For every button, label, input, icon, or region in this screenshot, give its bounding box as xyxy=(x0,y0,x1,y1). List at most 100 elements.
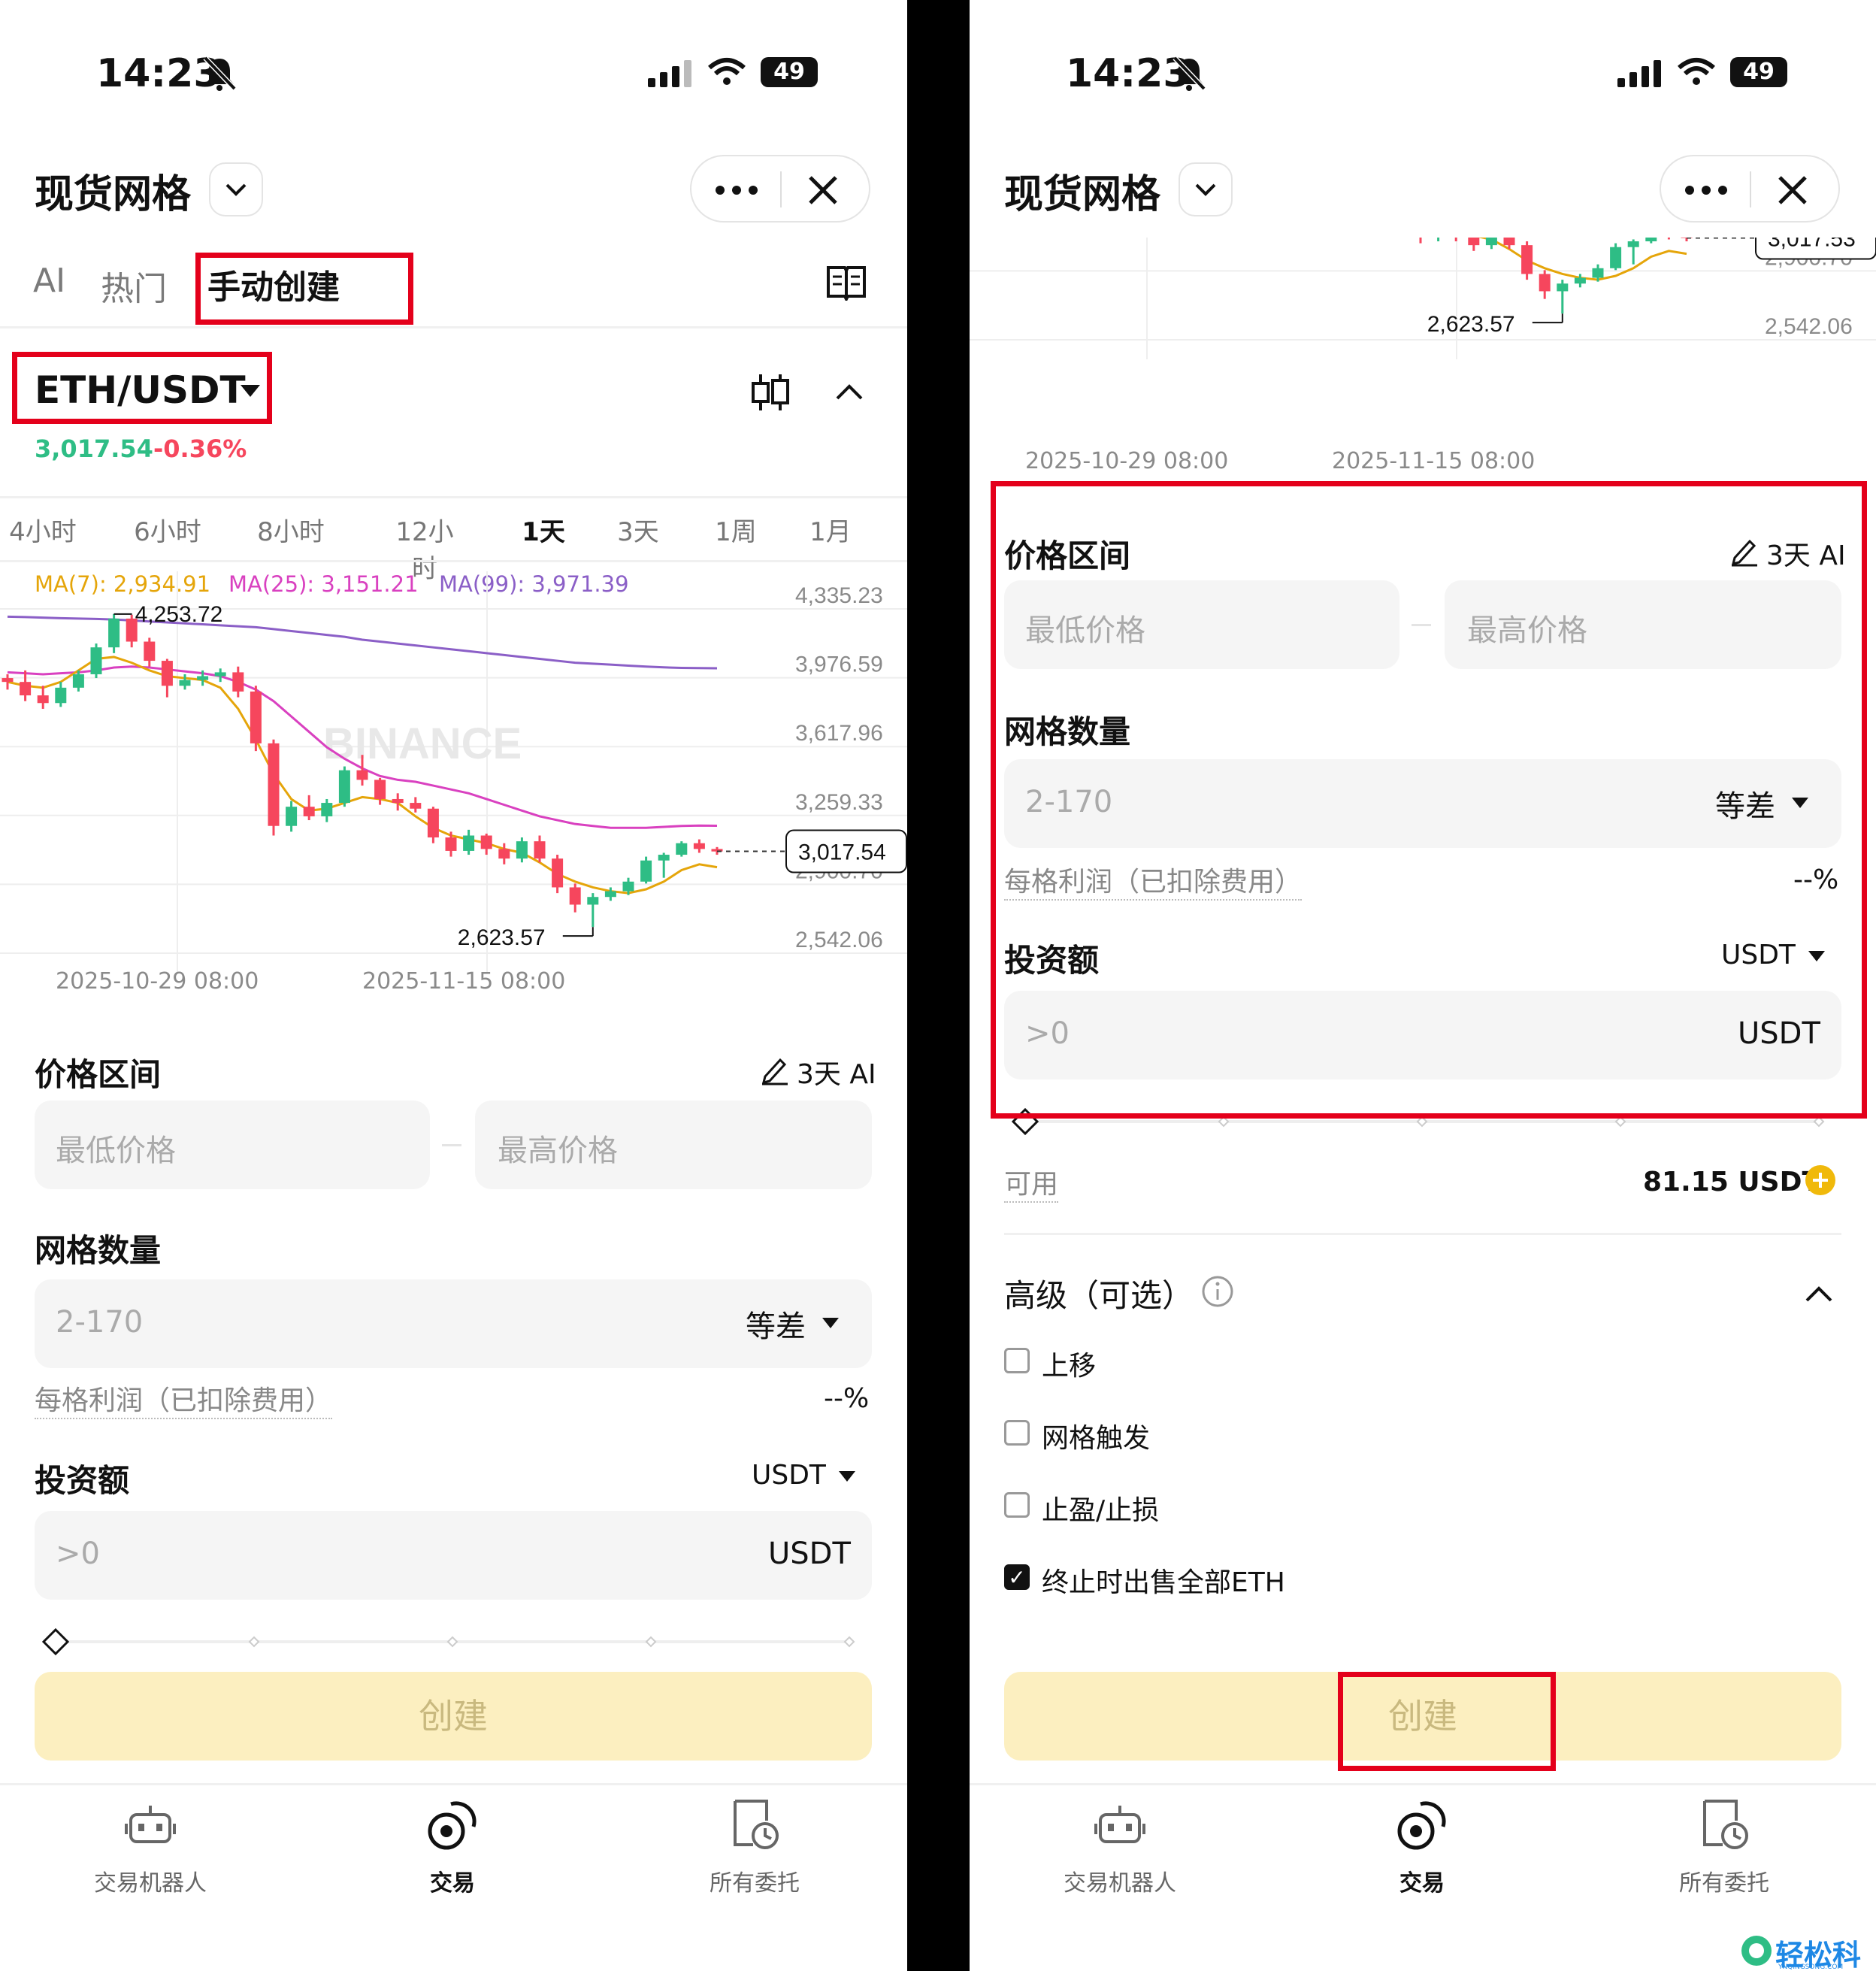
grid-trigger-label: 网格触发 xyxy=(1042,1423,1151,1454)
tf-8h[interactable]: 8小时 xyxy=(257,511,325,548)
title-dropdown-button[interactable] xyxy=(1179,162,1233,216)
candle-body xyxy=(427,808,439,838)
chevron-up-icon[interactable] xyxy=(834,380,864,403)
tab-ai[interactable]: AI xyxy=(33,262,65,300)
candle-body xyxy=(445,837,457,851)
ai-range-button[interactable]: 3天 AI xyxy=(797,1052,876,1091)
nav-all-orders[interactable]: 所有委托 xyxy=(664,1864,845,1897)
candle-body xyxy=(587,897,599,905)
advanced-label[interactable]: 高级（可选） xyxy=(1004,1270,1194,1316)
shift-up-checkbox[interactable] xyxy=(1004,1348,1030,1373)
robot-icon[interactable] xyxy=(1094,1803,1145,1849)
x-tick-1: 2025-10-29 08:00 xyxy=(1025,448,1229,474)
tf-1d[interactable]: 1天 xyxy=(510,511,577,548)
candle-body xyxy=(604,891,616,898)
bell-mute-icon xyxy=(1172,56,1206,91)
wifi-icon xyxy=(1678,58,1715,85)
candle-body xyxy=(498,849,510,859)
grid-count-input[interactable]: 2-170 等差 xyxy=(35,1279,872,1368)
pencil-icon[interactable] xyxy=(759,1054,791,1085)
create-button[interactable]: 创建 xyxy=(35,1672,872,1761)
robot-icon[interactable] xyxy=(125,1803,176,1849)
candle-body xyxy=(250,691,262,743)
tf-1w[interactable]: 1周 xyxy=(702,511,770,548)
available-value: 81.15 USDT xyxy=(1643,1167,1821,1197)
close-icon[interactable] xyxy=(806,173,840,207)
more-icon[interactable] xyxy=(714,179,759,201)
trade-icon[interactable] xyxy=(425,1798,480,1852)
nav-trade[interactable]: 交易 xyxy=(1332,1864,1512,1897)
candle-body xyxy=(268,743,280,826)
bell-mute-icon xyxy=(203,56,237,91)
x-tick-2: 2025-11-15 08:00 xyxy=(1332,448,1536,474)
candle-body xyxy=(321,803,333,816)
grid-mode-select[interactable]: 等差 xyxy=(746,1302,806,1346)
tf-6h[interactable]: 6小时 xyxy=(134,511,201,548)
chevron-down-icon xyxy=(1195,183,1216,196)
nav-trade[interactable]: 交易 xyxy=(362,1864,543,1897)
candle-body xyxy=(534,841,546,859)
high-label: 4,253.72 xyxy=(135,602,223,627)
more-icon[interactable] xyxy=(1684,179,1729,201)
title-dropdown-button[interactable] xyxy=(209,162,263,216)
page-title: 现货网格 xyxy=(1004,172,1161,217)
profit-per-grid-value: --% xyxy=(824,1383,870,1414)
candle-body xyxy=(1521,245,1533,274)
candle-body xyxy=(303,807,315,816)
candle-body xyxy=(55,687,67,704)
sell-all-eth-checkbox[interactable]: ✓ xyxy=(1004,1564,1030,1590)
grid-trigger-checkbox[interactable] xyxy=(1004,1420,1030,1446)
candle-body xyxy=(179,680,191,686)
profit-per-grid-label[interactable]: 每格利润（已扣除费用） xyxy=(35,1379,333,1419)
candle-body xyxy=(516,841,528,859)
close-icon[interactable] xyxy=(1775,173,1810,207)
tab-hot[interactable]: 热门 xyxy=(101,262,167,310)
candlestick-icon[interactable] xyxy=(750,371,791,413)
candle-body xyxy=(286,807,298,826)
last-price-label: 3,017.53 xyxy=(1768,238,1856,252)
nav-trading-bot[interactable]: 交易机器人 xyxy=(60,1864,241,1897)
amount-slider[interactable] xyxy=(35,1624,876,1661)
info-icon[interactable] xyxy=(1201,1275,1234,1308)
candle-body xyxy=(37,695,49,704)
tf-1m[interactable]: 1月 xyxy=(797,511,864,548)
trade-icon[interactable] xyxy=(1395,1798,1449,1852)
available-label[interactable]: 可用 xyxy=(1004,1162,1059,1203)
candle-body xyxy=(90,647,102,674)
candle-body xyxy=(552,858,564,888)
kline-chart[interactable]: 4,335.233,976.593,617.963,259.332,900.70… xyxy=(0,571,907,1007)
candle-body xyxy=(20,682,32,696)
orders-icon[interactable] xyxy=(1700,1798,1750,1852)
candle-body xyxy=(693,843,705,849)
candle-body xyxy=(676,843,688,855)
invest-unit-select[interactable]: USDT xyxy=(752,1460,826,1491)
min-price-input[interactable]: 最低价格 xyxy=(35,1101,430,1189)
tf-4h[interactable]: 4小时 xyxy=(9,511,77,548)
tf-3d[interactable]: 3天 xyxy=(604,511,672,548)
candle-body xyxy=(569,887,581,905)
candle-body xyxy=(197,676,209,680)
tp-sl-checkbox[interactable] xyxy=(1004,1492,1030,1518)
book-icon[interactable] xyxy=(825,263,867,301)
max-price-input[interactable]: 最高价格 xyxy=(475,1101,872,1189)
low-label: 2,623.57 xyxy=(1427,312,1515,337)
last-price: 3,017.54 xyxy=(35,434,153,463)
add-funds-icon[interactable] xyxy=(1804,1164,1837,1197)
timeframe-bar: 4小时 6小时 8小时 12小时 1天 3天 1周 1月 xyxy=(0,511,907,584)
logo-icon xyxy=(1741,1936,1772,1966)
nav-all-orders[interactable]: 所有委托 xyxy=(1634,1864,1814,1897)
shift-up-label: 上移 xyxy=(1042,1351,1097,1382)
left-screen: 14:23 49 现货网格 AI 热门 手动创建 ETH/USDT 3,017.… xyxy=(0,0,907,1971)
orders-icon[interactable] xyxy=(731,1798,780,1852)
chevron-up-icon[interactable] xyxy=(1804,1282,1834,1305)
candle-body xyxy=(640,860,652,882)
wifi-icon xyxy=(708,58,746,85)
caret-down-icon xyxy=(839,1471,855,1482)
candle-body xyxy=(356,770,368,780)
nav-trading-bot[interactable]: 交易机器人 xyxy=(1030,1864,1210,1897)
last-price-label: 3,017.54 xyxy=(798,840,886,865)
caret-down-icon xyxy=(822,1318,839,1328)
battery-icon: 49 xyxy=(761,57,818,87)
invest-amount-input[interactable]: >0 USDT xyxy=(35,1511,872,1600)
watermark-logo-url: YNQINGSONG.COM xyxy=(1778,1963,1844,1971)
